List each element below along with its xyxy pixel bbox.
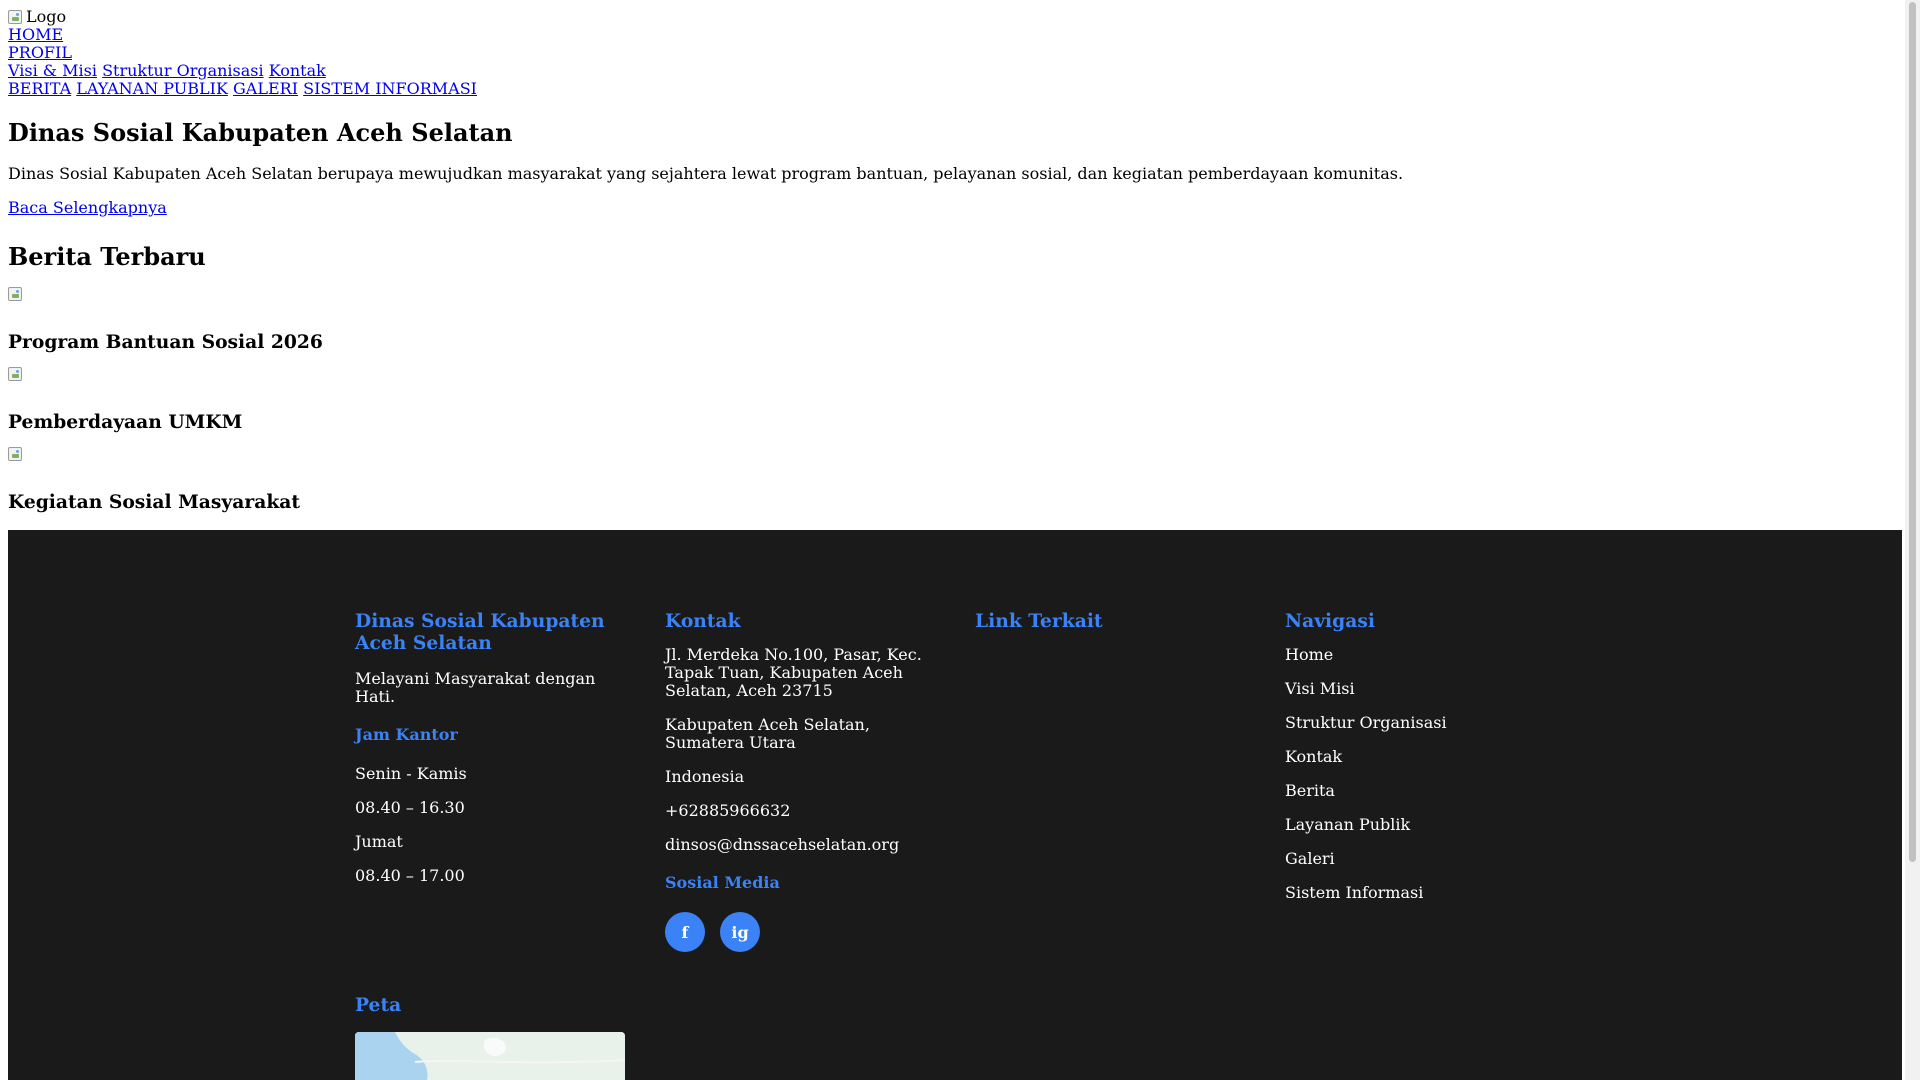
footer-navigation-column: Navigasi Home Visi Misi Struktur Organis… (1285, 610, 1555, 902)
footer-navigation-title: Navigasi (1285, 610, 1375, 632)
news-section-title: Berita Terbaru (8, 242, 206, 271)
nav-row-home: HOME (8, 26, 63, 44)
footer-nav-item[interactable]: Visi Misi (1285, 680, 1555, 698)
page-scrollbar[interactable] (1905, 0, 1920, 1080)
read-more-link[interactable]: Baca Selengkapnya (8, 199, 167, 217)
news-item-title[interactable]: Kegiatan Sosial Masyarakat (8, 491, 300, 513)
news-item-title[interactable]: Pemberdayaan UMKM (8, 411, 242, 433)
footer-links-column: Link Terkait (975, 610, 1245, 632)
footer-nav-item[interactable]: Kontak (1285, 748, 1555, 766)
contact-address: Jl. Merdeka No.100, Pasar, Kec. Tapak Tu… (665, 645, 922, 700)
social-media-title: Sosial Media (665, 873, 780, 892)
map-terrain-icon (355, 1032, 625, 1080)
footer-links-title: Link Terkait (975, 610, 1103, 632)
footer-tagline: Melayani Masyarakat dengan Hati. (355, 669, 596, 706)
instagram-button[interactable]: ig (720, 912, 760, 952)
broken-image-icon (8, 10, 22, 24)
hero-title: Dinas Sosial Kabupaten Aceh Selatan (8, 118, 513, 147)
contact-country: Indonesia (665, 767, 745, 786)
contact-email: dinsos@dnssacehselatan.org (665, 835, 900, 854)
page: Logo HOME PROFIL Visi & Misi Struktur Or… (8, 8, 1902, 1080)
nav-row-main: BERITA LAYANAN PUBLIK GALERI SISTEM INFO… (8, 80, 477, 98)
office-hours-line: Jumat (355, 832, 403, 851)
social-media-buttons: f ig (665, 912, 935, 952)
nav-kontak-link[interactable]: Kontak (269, 61, 326, 80)
nav-berita-link[interactable]: BERITA (8, 79, 71, 98)
footer-about-column: Dinas Sosial Kabupaten Aceh Selatan Mela… (355, 610, 625, 885)
footer-nav-item[interactable]: Berita (1285, 782, 1555, 800)
hero-description: Dinas Sosial Kabupaten Aceh Selatan beru… (8, 164, 1404, 183)
footer-contact-column: Kontak Jl. Merdeka No.100, Pasar, Kec. T… (665, 610, 935, 952)
footer-nav-item[interactable]: Struktur Organisasi (1285, 714, 1555, 732)
footer-nav-item[interactable]: Galeri (1285, 850, 1555, 868)
broken-image-icon (8, 367, 22, 381)
map-title: Peta (355, 994, 402, 1016)
nav-galeri-link[interactable]: GALERI (233, 79, 298, 98)
logo[interactable]: Logo (8, 8, 66, 26)
office-hours-line: 08.40 – 17.00 (355, 866, 465, 885)
news-item-title[interactable]: Program Bantuan Sosial 2026 (8, 331, 323, 353)
footer-nav-item[interactable]: Sistem Informasi (1285, 884, 1555, 902)
footer-nav-item[interactable]: Home (1285, 646, 1555, 664)
site-footer: Dinas Sosial Kabupaten Aceh Selatan Mela… (8, 530, 1902, 1080)
footer-nav-item[interactable]: Layanan Publik (1285, 816, 1555, 834)
nav-row-profil: PROFIL (8, 44, 72, 62)
map-embed[interactable] (355, 1032, 625, 1080)
logo-alt-label: Logo (26, 7, 67, 26)
nav-layanan-publik-link[interactable]: LAYANAN PUBLIK (76, 79, 228, 98)
office-hours-line: Senin - Kamis (355, 764, 467, 783)
nav-sistem-informasi-link[interactable]: SISTEM INFORMASI (303, 79, 477, 98)
nav-struktur-organisasi-link[interactable]: Struktur Organisasi (102, 61, 264, 80)
broken-image-icon (8, 287, 22, 301)
news-item-image[interactable] (8, 446, 22, 465)
office-hours-title: Jam Kantor (355, 725, 458, 744)
footer-contact-title: Kontak (665, 610, 741, 632)
news-item-image[interactable] (8, 286, 22, 305)
nav-profil-submenu: Visi & Misi Struktur Organisasi Kontak (8, 62, 326, 80)
office-hours-line: 08.40 – 16.30 (355, 798, 465, 817)
news-item-image[interactable] (8, 366, 22, 385)
contact-region: Kabupaten Aceh Selatan, Sumatera Utara (665, 715, 870, 752)
nav-home-link[interactable]: HOME (8, 25, 63, 44)
scrollbar-thumb[interactable] (1909, 2, 1916, 862)
nav-profil-link[interactable]: PROFIL (8, 43, 72, 62)
footer-about-title: Dinas Sosial Kabupaten Aceh Selatan (355, 610, 605, 654)
broken-image-icon (8, 447, 22, 461)
facebook-button[interactable]: f (665, 912, 705, 952)
contact-phone: +62885966632 (665, 801, 791, 820)
nav-visi-misi-link[interactable]: Visi & Misi (8, 61, 97, 80)
